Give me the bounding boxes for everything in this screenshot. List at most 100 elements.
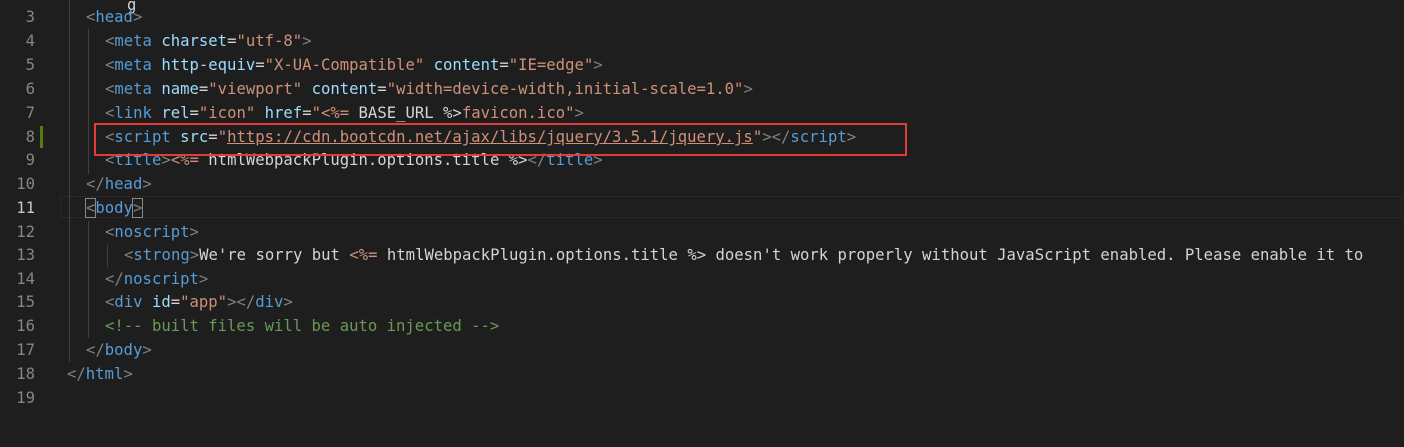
code-line-11[interactable]: <body> [84,196,144,220]
code-line-17[interactable]: </body> [86,338,152,362]
text-content: We're sorry but [199,246,350,264]
quote: " [311,104,321,122]
line-number: 16 [16,317,35,335]
attr-value: "width=device-width,initial-scale=1.0" [386,80,744,98]
line-number: 5 [25,56,35,74]
tag-open: < [124,246,134,264]
tag-close: > [142,341,152,359]
attr-name: name [161,80,199,98]
tag-open: < [105,80,115,98]
equals: = [499,56,509,74]
tag-close: > [189,246,200,264]
tag-close: > [123,365,133,383]
line-number: 4 [25,32,35,50]
code-line-13[interactable]: <strong>We're sorry but <%= htmlWebpackP… [124,243,1363,267]
tag-name: link [114,104,152,122]
bracket-match-close: > [131,198,144,218]
line-number: 8 [25,128,35,146]
code-line-18[interactable]: </html> [67,362,133,386]
attr-name: href [264,104,303,122]
bracket-match-open: < [84,198,97,218]
tag-open: < [105,104,115,122]
indent-guide [107,245,108,267]
attr-value: favicon.ico" [461,104,575,122]
tag-name: strong [133,246,190,264]
code-line-12[interactable]: <noscript> [105,220,199,244]
tag-open: < [105,223,115,241]
code-line-3[interactable]: <head> [86,5,142,29]
equals: = [198,80,209,98]
line-number: 14 [16,270,35,288]
code-line-7[interactable]: <link rel="icon" href="<%= BASE_URL %>fa… [105,101,584,125]
line-number-active: 11 [16,199,35,217]
attr-name: content [311,80,378,98]
attr-name: id [151,293,171,311]
template-body: BASE_URL [349,104,444,122]
line-number: 17 [16,341,35,359]
attr-value: "app" [180,293,228,311]
equals: = [255,56,265,74]
line-number: 12 [16,223,35,241]
line-number: 7 [25,104,35,122]
tag-open: </ [105,270,124,288]
tag-close: > [302,32,312,50]
code-line-10[interactable]: </head> [86,172,152,196]
tag-name: meta [114,80,152,98]
code-line-14[interactable]: </noscript> [105,267,208,291]
equals: = [377,80,387,98]
line-number: 19 [16,389,35,407]
line-number: 18 [16,365,35,383]
git-modified-indicator [40,126,43,148]
line-number: 9 [25,151,35,169]
code-line-16[interactable]: <!-- built files will be auto injected -… [105,314,499,338]
tag-close: > [198,270,209,288]
template-open: <%= [320,104,350,122]
tag-close: > [593,56,603,74]
partial-top-text: g [127,0,137,14]
tag-open: </ [86,175,105,193]
tag-open: < [86,8,96,26]
tag-name: div [114,293,143,311]
tag-name: noscript [123,270,199,288]
tag-open: < [105,32,115,50]
code-line-5[interactable]: <meta http-equiv="X-UA-Compatible" conte… [105,53,603,77]
code-editor[interactable]: g 3 4 5 6 7 8 9 10 11 12 13 14 15 16 17 … [0,0,1404,447]
template-body: htmlWebpackPlugin.options.title [377,246,688,264]
tag-name: body [104,341,143,359]
equals: = [189,104,199,122]
code-line-15[interactable]: <div id="app"></div> [105,290,293,314]
tag-name: html [85,365,124,383]
tag-name: head [95,8,133,26]
template-close: %> [443,104,462,122]
tag-name: div [255,293,284,311]
code-line-4[interactable]: <meta charset="utf-8"> [105,29,312,53]
equals: = [170,293,181,311]
line-number: 15 [16,293,35,311]
line-number: 10 [16,175,35,193]
annotation-highlight-box [94,123,907,156]
end-tag-open: </ [236,293,256,311]
tag-name: meta [114,56,152,74]
code-line-6[interactable]: <meta name="viewport" content="width=dev… [105,77,753,101]
indent-guide [88,29,89,174]
tag-open: </ [67,365,86,383]
tag-name: meta [114,32,152,50]
attr-value: "IE=edge" [508,56,594,74]
tag-close: > [189,223,199,241]
equals: = [302,104,312,122]
attr-name: charset [161,32,228,50]
attr-value: "utf-8" [236,32,303,50]
attr-name: http-equiv [161,56,256,74]
indent-guide [69,0,70,362]
text-content: doesn't work properly without JavaScript… [706,246,1364,264]
line-number: 6 [25,80,35,98]
attr-name: content [433,56,500,74]
line-number: 3 [25,8,35,26]
tag-open: </ [86,341,105,359]
template-close: %> [687,246,707,264]
tag-close: > [574,104,584,122]
line-number-gutter: 3 4 5 6 7 8 9 10 11 12 13 14 15 16 17 18… [0,0,42,447]
tag-name: body [95,199,133,217]
tag-name: noscript [114,223,190,241]
current-line-highlight [60,196,1402,218]
